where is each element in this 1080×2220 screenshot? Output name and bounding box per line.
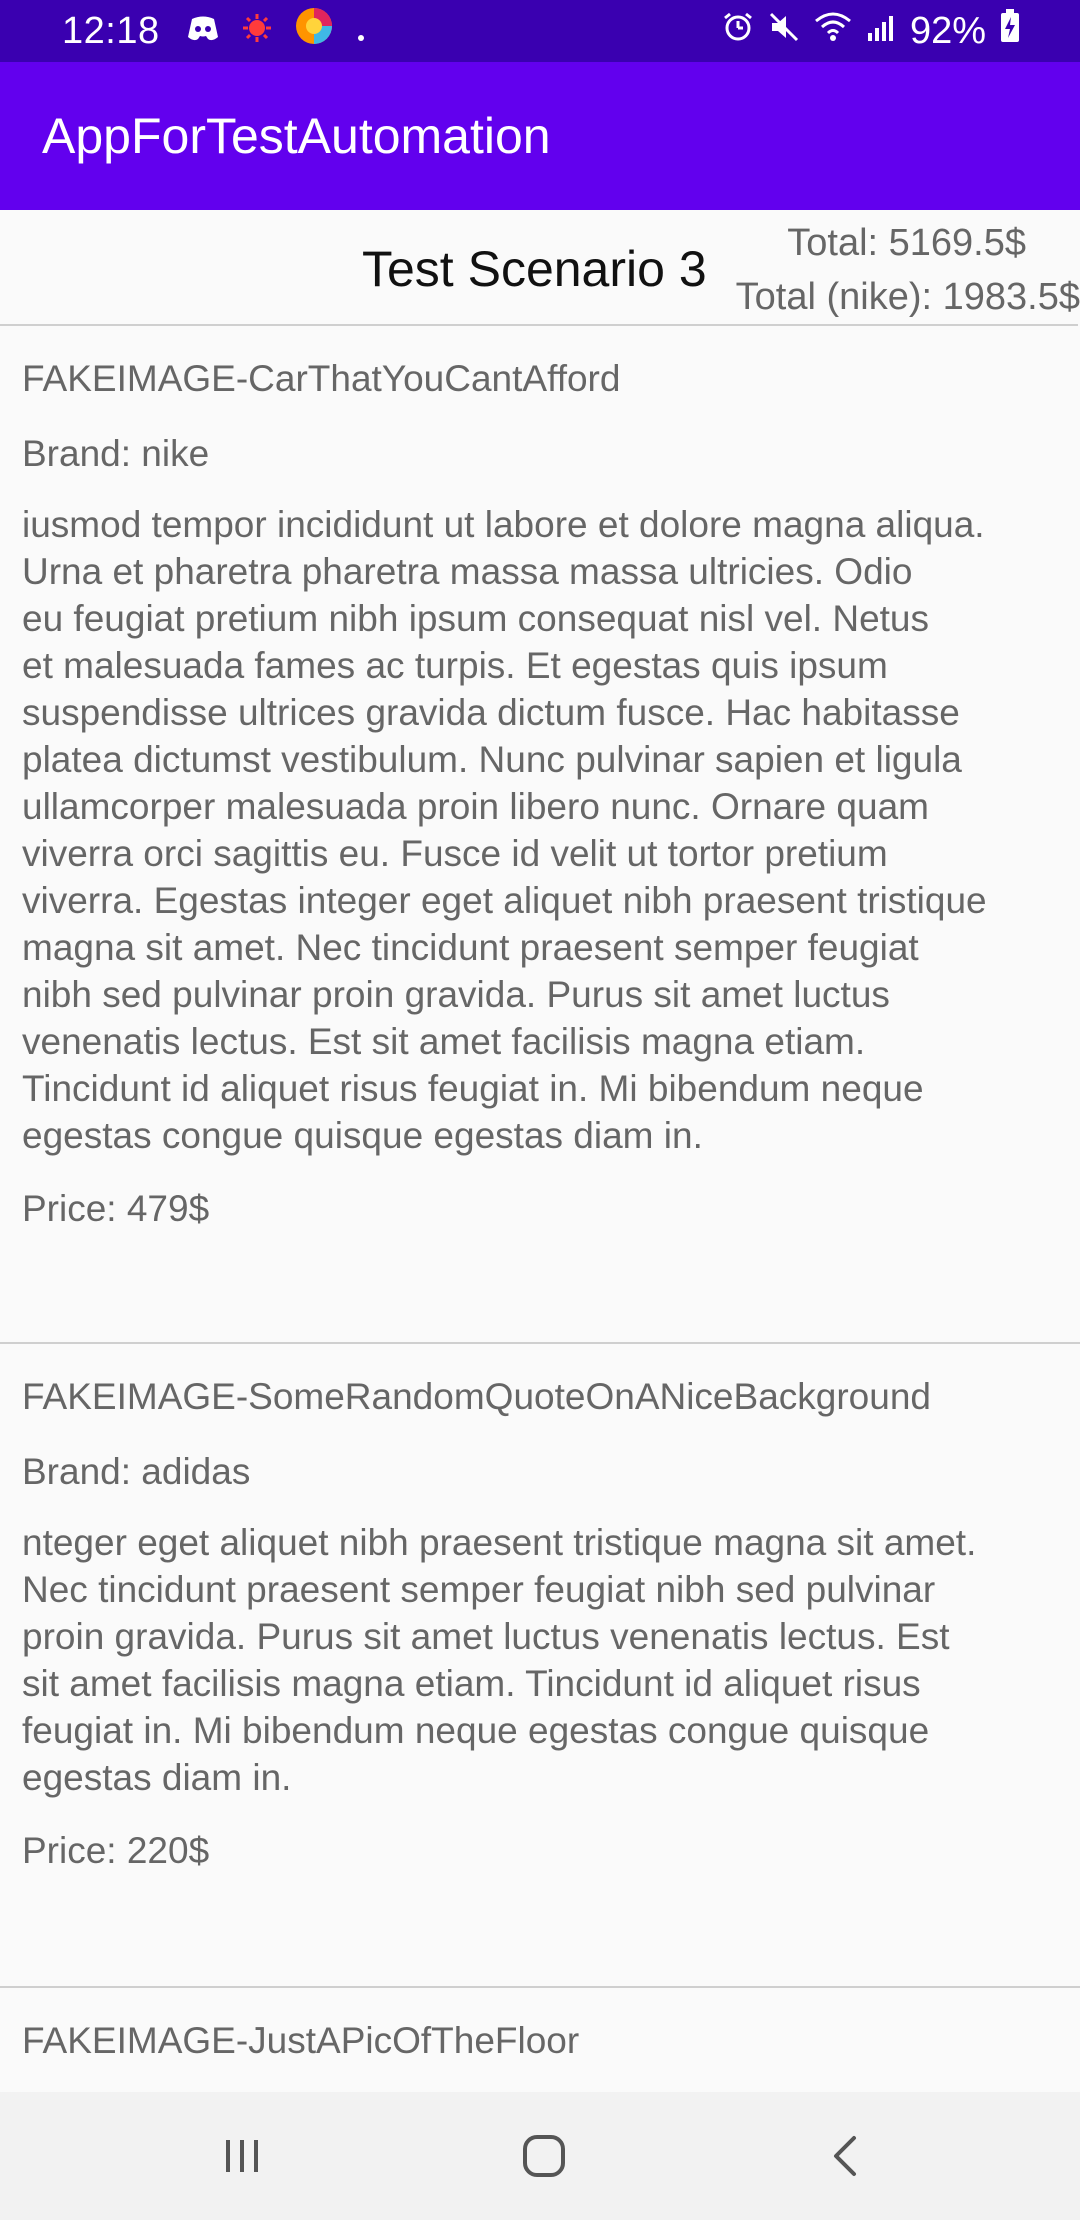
item-price: Price: 479$ — [22, 1188, 210, 1229]
app-title: AppForTestAutomation — [42, 108, 551, 164]
back-button[interactable] — [816, 2128, 876, 2188]
total-label: Total: 5169.5$ — [787, 222, 1026, 264]
dot-icon — [356, 10, 366, 53]
status-icons-right: 92% — [722, 0, 1020, 62]
item-image-placeholder: FAKEIMAGE-SomeRandomQuoteOnANiceBackgrou… — [22, 1376, 931, 1417]
list-item[interactable]: FAKEIMAGE-JustAPicOfTheFloor — [0, 1988, 1080, 2066]
scenario-header: Test Scenario 3 Total: 5169.5$ Total (ni… — [0, 210, 1080, 324]
wifi-icon — [814, 10, 852, 53]
navigation-bar — [0, 2092, 1080, 2220]
recent-apps-icon — [221, 2135, 263, 2182]
status-icons-left — [186, 6, 366, 56]
content-list[interactable]: Test Scenario 3 Total: 5169.5$ Total (ni… — [0, 210, 1080, 2092]
item-description: iusmod tempor incididunt ut labore et do… — [22, 504, 987, 1156]
list-item[interactable]: FAKEIMAGE-CarThatYouCantAfford Brand: ni… — [0, 326, 1080, 1342]
alarm-icon — [722, 10, 754, 53]
item-image-placeholder: FAKEIMAGE-JustAPicOfTheFloor — [22, 2020, 580, 2061]
home-button[interactable] — [514, 2128, 574, 2188]
item-description: nteger eget aliquet nibh praesent tristi… — [22, 1522, 977, 1798]
back-icon — [828, 2134, 864, 2183]
status-bar: 12:18 92% — [0, 0, 1080, 62]
discord-icon — [186, 10, 220, 53]
firefox-icon — [294, 6, 334, 56]
app-bar: AppForTestAutomation — [0, 62, 1080, 210]
item-price: Price: 220$ — [22, 1830, 210, 1871]
battery-charging-icon — [1000, 9, 1020, 53]
item-brand: Brand: adidas — [22, 1451, 251, 1492]
recent-apps-button[interactable] — [212, 2128, 272, 2188]
item-brand: Brand: nike — [22, 433, 210, 474]
total-nike-label: Total (nike): 1983.5$ — [735, 276, 1080, 318]
signal-icon — [866, 10, 896, 53]
home-icon — [521, 2133, 567, 2184]
totals: Total: 5169.5$ Total (nike): 1983.5$ — [736, 216, 1080, 324]
item-image-placeholder: FAKEIMAGE-CarThatYouCantAfford — [22, 358, 621, 399]
mute-icon — [768, 10, 800, 53]
status-time: 12:18 — [62, 9, 160, 52]
list-item[interactable]: FAKEIMAGE-SomeRandomQuoteOnANiceBackgrou… — [0, 1344, 1080, 1986]
battery-text: 92% — [909, 9, 986, 52]
virus-icon — [242, 10, 272, 53]
scenario-title: Test Scenario 3 — [362, 241, 707, 297]
